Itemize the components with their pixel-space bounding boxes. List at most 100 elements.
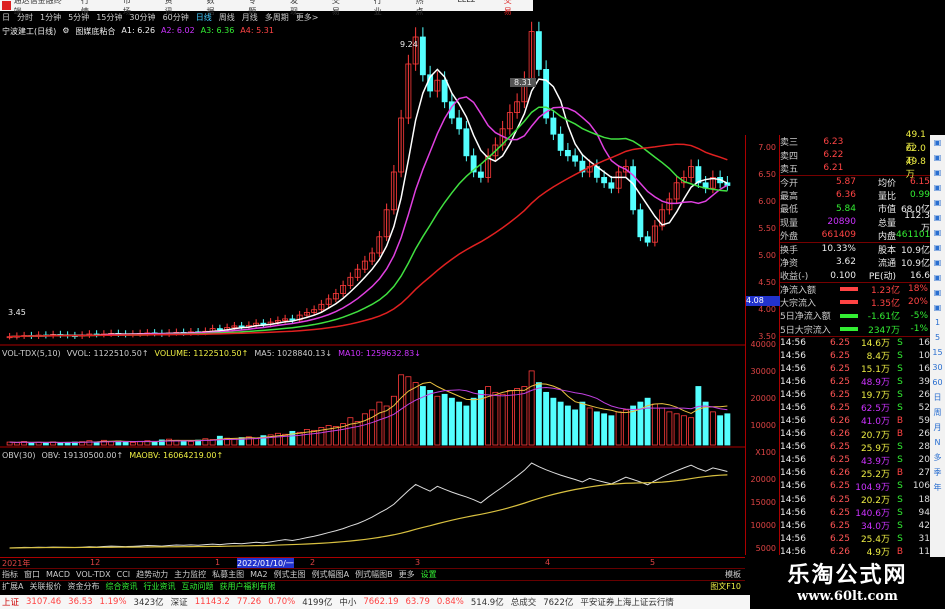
- tab[interactable]: 趋势动力: [136, 569, 168, 580]
- sh-label[interactable]: 上证: [2, 596, 19, 608]
- candle: [557, 133, 564, 151]
- tick-row: 14:56 6.25 14.6万 S 16: [780, 335, 930, 350]
- candle: [644, 236, 651, 243]
- tab[interactable]: 例式主图: [274, 569, 306, 580]
- tick-time: 14:56: [780, 389, 806, 400]
- stat-cell: 5.84: [835, 203, 856, 214]
- tick-time: 14:56: [780, 363, 806, 374]
- stat-cell: 换手: [780, 245, 799, 256]
- tab[interactable]: 主力监控: [174, 569, 206, 580]
- volume-bar: [376, 401, 383, 446]
- volume-bar: [608, 415, 615, 446]
- toolbar-tool-icon[interactable]: ▣: [934, 225, 942, 240]
- toolbar-tool-icon[interactable]: ▣: [934, 270, 942, 285]
- toolbar-period-button[interactable]: 季: [934, 465, 942, 480]
- toolbar-period-button[interactable]: 15: [932, 345, 942, 360]
- tab[interactable]: MA2: [250, 570, 267, 579]
- volume-bar: [441, 393, 448, 446]
- kline-chart[interactable]: [0, 0, 745, 557]
- tab[interactable]: 行业资讯: [143, 581, 175, 592]
- tick-volume: 14.6万: [860, 339, 890, 350]
- toolbar-tool-icon[interactable]: ▣: [934, 240, 942, 255]
- toolbar-period-button[interactable]: 1: [935, 315, 940, 330]
- toolbar-period-button[interactable]: 周: [934, 405, 942, 420]
- volume-bar: [492, 391, 499, 446]
- toolbar-period-button[interactable]: 月: [934, 420, 942, 435]
- book-label: 卖四: [780, 151, 799, 162]
- volume-bar: [354, 421, 361, 446]
- tick-time: 14:56: [780, 507, 806, 518]
- toolbar-tool-icon[interactable]: ▣: [934, 135, 942, 150]
- toolbar-tool-icon[interactable]: ▣: [934, 255, 942, 270]
- tick-volume: 25.2万: [860, 469, 890, 480]
- tick-row: 14:56 6.25 25.4万 S 31: [780, 532, 930, 546]
- tick-time: 14:56: [780, 481, 806, 492]
- book-label: 卖三: [780, 138, 799, 149]
- obv-legend: OBV(30) OBV: 19130500.00↑ MAOBV: 1606421…: [2, 451, 223, 460]
- tab[interactable]: MACD: [46, 570, 70, 579]
- toolbar-period-button[interactable]: 60: [932, 375, 942, 390]
- price-axis: 7.00 6.50 6.00 5.50 5.00 4.50 4.00 3.50 40000 300…: [745, 135, 780, 555]
- tick-row: 14:56 6.25 25.9万 S 28: [780, 441, 930, 454]
- volume-bar: [702, 401, 709, 446]
- sz-amount: 4199亿: [302, 598, 333, 608]
- tab[interactable]: 例式幅图B: [355, 569, 393, 580]
- tab[interactable]: 私募主图: [212, 569, 244, 580]
- volume-bar: [680, 415, 687, 446]
- tab[interactable]: 设置: [421, 569, 437, 580]
- tick-row: 14:56 6.25 15.1万 S 16: [780, 362, 930, 376]
- volume-bar: [202, 438, 209, 446]
- tab[interactable]: 扩展A: [2, 581, 23, 592]
- toolbar-period-button[interactable]: 30: [932, 360, 942, 375]
- toolbar-tool-icon[interactable]: ▣: [934, 150, 942, 165]
- tick-side: S: [897, 507, 903, 518]
- tick-volume: 104.9万: [855, 482, 890, 493]
- tab[interactable]: 指标: [2, 569, 18, 580]
- tab[interactable]: 互动问题: [181, 581, 213, 592]
- toolbar-period-button[interactable]: N: [935, 435, 941, 450]
- tick-time: 14:56: [780, 376, 806, 387]
- tick-side: S: [897, 350, 903, 361]
- tick-count: 18: [918, 494, 930, 505]
- candle: [419, 36, 426, 76]
- volume-value: VOLUME: 1122510.50↑: [154, 349, 249, 358]
- volume-bar: [332, 426, 339, 446]
- tab[interactable]: 窗口: [24, 569, 40, 580]
- tab[interactable]: VOL-TDX: [76, 570, 111, 579]
- data-source: 平安证券上海上证云行情: [580, 598, 674, 608]
- tab[interactable]: CCI: [117, 570, 131, 579]
- toolbar-period-button[interactable]: 年: [934, 480, 942, 495]
- toolbar-tool-icon[interactable]: ▣: [934, 300, 942, 315]
- tab[interactable]: 获用户福利有限: [219, 581, 275, 592]
- toolbar-tool-icon[interactable]: ▣: [934, 195, 942, 210]
- tick-side: S: [897, 442, 903, 453]
- book-price: 6.21: [823, 163, 844, 174]
- date-tick: 5: [650, 558, 656, 567]
- tab[interactable]: 更多: [399, 569, 415, 580]
- tab[interactable]: 综合资讯: [105, 581, 137, 592]
- tab[interactable]: 资金分布: [67, 581, 99, 592]
- tab-right[interactable]: 模板: [725, 569, 741, 580]
- toolbar-period-button[interactable]: 日: [934, 390, 942, 405]
- stat-cell: 10.9亿: [900, 245, 930, 256]
- sz-label[interactable]: 深证: [171, 596, 188, 608]
- toolbar-tool-icon[interactable]: ▣: [934, 165, 942, 180]
- toolbar-period-button[interactable]: 5: [935, 330, 940, 345]
- total-value: 7622亿: [543, 598, 574, 608]
- flow-value: 1.35亿: [870, 298, 900, 309]
- tick-volume: 140.6万: [855, 509, 890, 520]
- toolbar-tool-icon[interactable]: ▣: [934, 210, 942, 225]
- volume-tick: X100: [755, 448, 776, 457]
- tab[interactable]: 例式幅图A: [312, 569, 349, 580]
- toolbar-period-button[interactable]: 多: [934, 450, 942, 465]
- tick-volume: 8.4万: [866, 352, 890, 362]
- toolbar-tool-icon[interactable]: ▣: [934, 285, 942, 300]
- tick-time: 14:56: [780, 533, 806, 544]
- tab[interactable]: 关联报价: [29, 581, 61, 592]
- tick-count: 27: [918, 468, 930, 479]
- zx-label[interactable]: 中小: [339, 596, 356, 608]
- tick-price: 6.25: [829, 494, 850, 505]
- quote-panel: 卖三 6.23 49.1万 卖四 6.22 62.0万 卖五 6.21 49.8万 今开 5.87 均…: [780, 130, 930, 572]
- tab-right[interactable]: 图文F10: [710, 581, 741, 592]
- toolbar-tool-icon[interactable]: ▣: [934, 180, 942, 195]
